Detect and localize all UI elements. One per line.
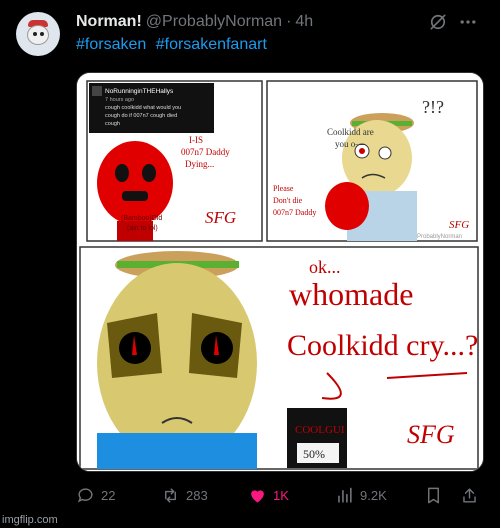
post-time[interactable]: 4h (295, 13, 313, 31)
avatar-eye (40, 32, 44, 36)
reply-count: 22 (101, 487, 116, 503)
avatar-eye (33, 32, 37, 36)
author-avatar[interactable] (16, 12, 60, 56)
panel1-speech: Dying... (185, 159, 214, 169)
panel1-caption: (ain to lol) (127, 225, 158, 232)
bookmark-button[interactable] (424, 484, 449, 506)
comment-line: cough do if 007n7 cough died (105, 113, 177, 119)
comment-line: cough coolkidd what would you (105, 105, 181, 111)
panel2-caption: 007n7 Daddy (273, 208, 316, 217)
panel2-speech: Coolkidd are (327, 127, 374, 137)
credit-watermark: ProbablyNorman (417, 234, 462, 240)
character-shirt (97, 433, 257, 469)
like-button[interactable]: 1K (248, 484, 289, 506)
action-bar: 22 283 1K 9.2K (76, 484, 484, 506)
like-count: 1K (273, 487, 289, 503)
grok-icon[interactable] (428, 12, 448, 32)
avatar-head (27, 25, 49, 45)
post-hashtags: #forsaken #forsakenfanart (76, 36, 272, 54)
imgflip-watermark: imgflip.com (2, 514, 58, 526)
coolkidd-head (97, 141, 173, 225)
panel2-speech: you o— (335, 139, 365, 149)
repost-icon (165, 487, 176, 503)
heart-icon (251, 489, 264, 503)
panel1-speech: I-IS (189, 135, 203, 145)
panel3-line2: Coolkidd cry...? (287, 329, 478, 362)
repost-count: 283 (186, 487, 208, 503)
views-count: 9.2K (360, 487, 387, 503)
share-icon (463, 487, 476, 503)
display-name[interactable]: Norman! (76, 13, 142, 31)
panel2-caption: Please (273, 184, 294, 193)
card-name: COOLGUI (295, 424, 345, 436)
panel1-caption: (Bamboo)Did (121, 215, 162, 222)
panel2-marks: ?!? (422, 97, 444, 117)
artist-signature: SFG (205, 208, 236, 227)
panel2-caption: Don't die (273, 196, 303, 205)
hashtag-link[interactable]: #forsaken (76, 36, 146, 53)
separator: · (286, 13, 292, 30)
comment-user: NoRunninginTHEHallys (105, 88, 174, 95)
share-button[interactable] (460, 484, 485, 506)
artist-signature: SFG (449, 219, 469, 231)
views-button[interactable]: 9.2K (335, 484, 387, 506)
card-value: 50% (303, 447, 325, 461)
bookmark-icon (428, 487, 439, 503)
repost-button[interactable]: 283 (161, 484, 208, 506)
reply-icon (77, 487, 93, 502)
panel3-ok: ok... (309, 257, 341, 277)
more-options-icon[interactable] (458, 12, 478, 32)
comic-artwork: NoRunninginTHEHallys 7 hours ago cough c… (77, 73, 483, 471)
panel3-line1: whomade (289, 276, 413, 312)
user-handle[interactable]: @ProbablyNorman (146, 13, 282, 31)
post-media-image[interactable]: NoRunninginTHEHallys 7 hours ago cough c… (76, 72, 484, 472)
panel1-speech: 007n7 Daddy (181, 147, 230, 157)
post-header: Norman! @ProbablyNorman · 4h (76, 11, 313, 33)
comment-line: cough (105, 121, 120, 127)
views-chart-icon (338, 487, 352, 503)
comment-time: 7 hours ago (105, 97, 134, 103)
artist-signature: SFG (407, 420, 455, 449)
hashtag-link[interactable]: #forsakenfanart (156, 36, 267, 53)
reply-button[interactable]: 22 (76, 484, 115, 506)
